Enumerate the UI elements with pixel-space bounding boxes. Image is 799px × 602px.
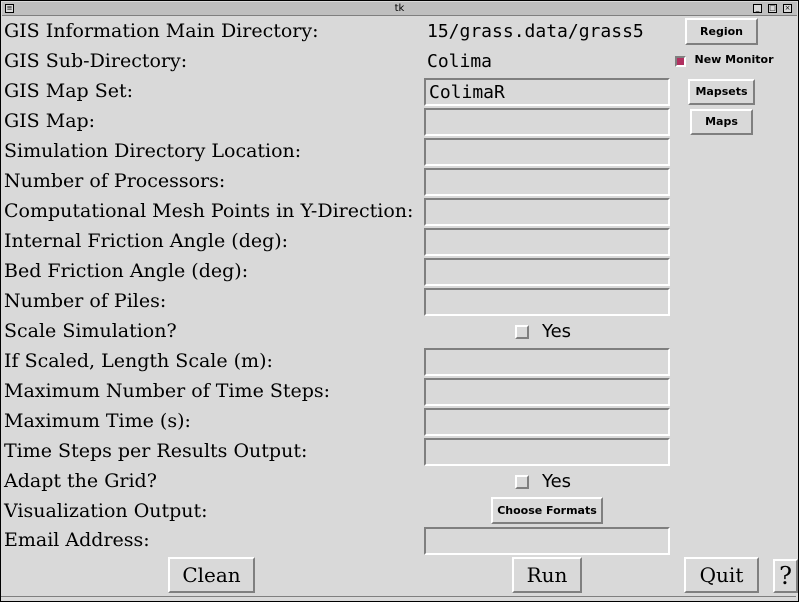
- max-time-field[interactable]: [424, 408, 670, 436]
- label-length-scale: If Scaled, Length Scale (m):: [4, 350, 273, 372]
- gis-sub-directory-value: Colima: [427, 51, 493, 72]
- label-mesh-points-y: Computational Mesh Points in Y-Direction…: [4, 200, 414, 222]
- quit-button[interactable]: Quit: [684, 557, 759, 593]
- mapsets-button[interactable]: Mapsets: [688, 79, 755, 105]
- maps-button[interactable]: Maps: [690, 109, 753, 135]
- label-gis-map-set: GIS Map Set:: [4, 80, 134, 102]
- region-button[interactable]: Region: [685, 18, 758, 45]
- time-steps-per-output-field[interactable]: [424, 438, 670, 466]
- simulation-directory-field[interactable]: [424, 138, 670, 166]
- label-bed-friction-angle: Bed Friction Angle (deg):: [4, 260, 249, 282]
- email-address-field[interactable]: [424, 527, 670, 555]
- maximize-icon[interactable]: □: [768, 4, 777, 13]
- label-scale-simulation: Scale Simulation?: [4, 320, 177, 342]
- label-gis-main-directory: GIS Information Main Directory:: [4, 20, 319, 42]
- choose-formats-button[interactable]: Choose Formats: [491, 497, 603, 524]
- label-time-steps-per-output: Time Steps per Results Output:: [4, 440, 308, 462]
- minimize-icon[interactable]: _: [753, 4, 762, 13]
- label-adapt-grid: Adapt the Grid?: [4, 470, 157, 492]
- length-scale-field[interactable]: [424, 348, 670, 376]
- scale-simulation-checkbox[interactable]: [515, 325, 529, 339]
- number-of-piles-field[interactable]: [424, 288, 670, 316]
- label-number-of-processors: Number of Processors:: [4, 170, 226, 192]
- bed-friction-angle-field[interactable]: [424, 258, 670, 286]
- label-internal-friction-angle: Internal Friction Angle (deg):: [4, 230, 289, 252]
- gis-main-directory-value: 15/grass.data/grass5: [427, 21, 644, 42]
- mesh-points-y-field[interactable]: [424, 198, 670, 226]
- adapt-grid-checkbox[interactable]: [515, 475, 529, 489]
- help-icon[interactable]: ?: [773, 559, 798, 593]
- label-gis-map: GIS Map:: [4, 110, 96, 132]
- label-max-time-steps: Maximum Number of Time Steps:: [4, 380, 331, 402]
- clean-button[interactable]: Clean: [168, 557, 255, 593]
- scale-simulation-yes-label[interactable]: Yes: [542, 321, 571, 343]
- bottom-border: [1, 596, 796, 600]
- label-visualization-output: Visualization Output:: [4, 500, 208, 522]
- internal-friction-angle-field[interactable]: [424, 228, 670, 256]
- window-title: tk: [394, 3, 405, 14]
- label-number-of-piles: Number of Piles:: [4, 290, 167, 312]
- gis-map-set-field[interactable]: ColimaR: [424, 78, 670, 106]
- label-email-address: Email Address:: [4, 529, 150, 551]
- label-gis-sub-directory: GIS Sub-Directory:: [4, 50, 188, 72]
- number-of-processors-field[interactable]: [424, 168, 670, 196]
- label-simulation-directory: Simulation Directory Location:: [4, 140, 302, 162]
- title-bar: ≡ tk _ □ ×: [2, 2, 797, 16]
- new-monitor-label[interactable]: New Monitor: [690, 53, 778, 71]
- new-monitor-indicator[interactable]: [675, 56, 686, 67]
- max-time-steps-field[interactable]: [424, 378, 670, 406]
- run-button[interactable]: Run: [512, 557, 582, 593]
- gis-map-field[interactable]: [424, 108, 670, 136]
- close-icon[interactable]: ×: [783, 4, 792, 13]
- adapt-grid-yes-label[interactable]: Yes: [542, 471, 571, 493]
- label-max-time: Maximum Time (s):: [4, 410, 191, 432]
